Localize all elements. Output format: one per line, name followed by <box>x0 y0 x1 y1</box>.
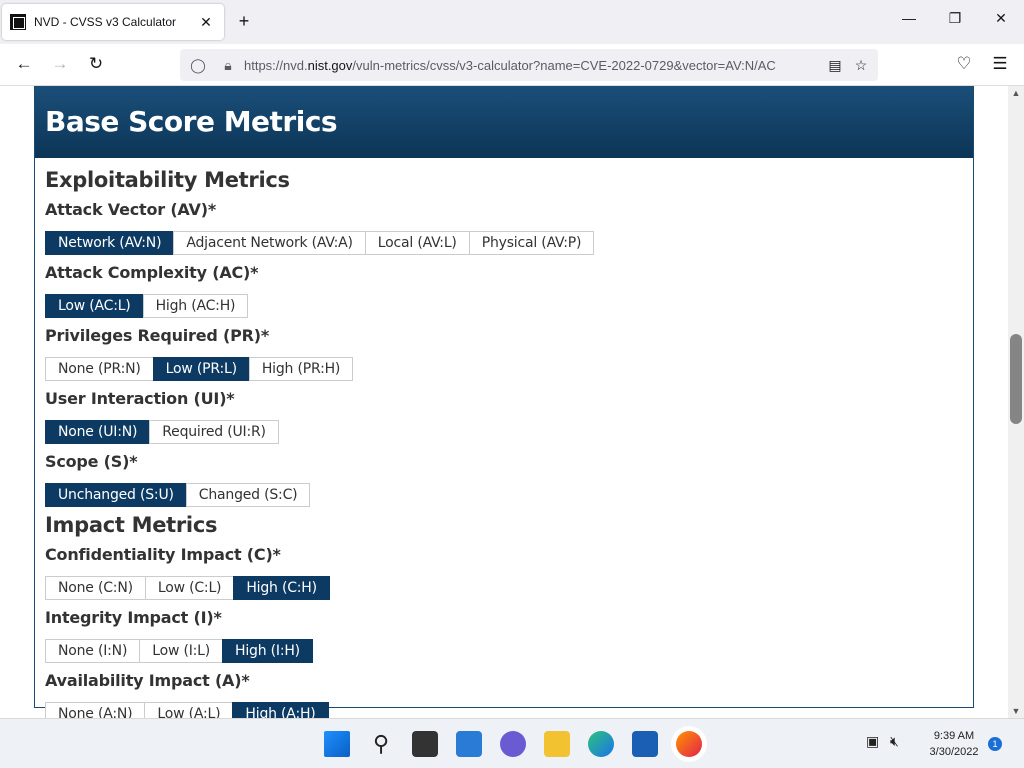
availability-impact-options: None (A:N) Low (A:L) High (A:H) <box>45 702 963 718</box>
tab-title: NVD - CVSS v3 Calculator <box>34 15 177 29</box>
chat-icon[interactable] <box>500 731 526 757</box>
reload-icon[interactable]: ↻ <box>84 54 108 74</box>
lock-icon[interactable]: 🔒︎ <box>216 57 240 74</box>
i-option-button[interactable]: None (I:N) <box>45 639 141 663</box>
scope-options: Unchanged (S:U) Changed (S:C) <box>45 483 963 507</box>
ui-option-button[interactable]: Required (UI:R) <box>149 420 279 444</box>
c-option-button[interactable]: None (C:N) <box>45 576 146 600</box>
attack-vector-label: Attack Vector (AV)* <box>45 200 216 219</box>
ac-option-button[interactable]: Low (AC:L) <box>45 294 144 318</box>
scope-label: Scope (S)* <box>45 452 138 471</box>
windows-taskbar: ⚲ ▣ 🔇︎ 9:39 AM 3/30/2022 1 <box>0 718 1024 768</box>
volume-muted-icon[interactable]: 🔇︎ <box>890 733 899 750</box>
base-score-metrics-panel: Base Score Metrics Exploitability Metric… <box>34 86 974 718</box>
maximize-button[interactable]: ❐ <box>932 10 978 27</box>
availability-impact-label: Availability Impact (A)* <box>45 671 250 690</box>
i-option-button[interactable]: Low (I:L) <box>139 639 224 663</box>
tab-bar: NVD - CVSS v3 Calculator ✕ + — ❐ ✕ <box>0 0 1024 44</box>
system-clock[interactable]: 9:39 AM 3/30/2022 <box>916 728 992 760</box>
integrity-impact-label: Integrity Impact (I)* <box>45 608 222 627</box>
a-option-button[interactable]: Low (A:L) <box>144 702 234 718</box>
url-text[interactable]: https://nvd.nist.gov/vuln-metrics/cvss/v… <box>244 58 822 73</box>
i-option-button[interactable]: High (I:H) <box>222 639 313 663</box>
pr-option-button[interactable]: High (PR:H) <box>248 357 354 381</box>
browser-tab-nvd[interactable]: NVD - CVSS v3 Calculator ✕ <box>2 4 224 40</box>
scroll-up-arrow-icon[interactable]: ▲ <box>1008 86 1024 100</box>
s-option-button[interactable]: Unchanged (S:U) <box>45 483 187 507</box>
impact-metrics-title: Impact Metrics <box>45 513 218 537</box>
notification-badge[interactable]: 1 <box>988 737 1002 751</box>
attack-complexity-options: Low (AC:L) High (AC:H) <box>45 294 963 318</box>
file-explorer-icon[interactable] <box>544 731 570 757</box>
a-option-button[interactable]: High (A:H) <box>232 702 329 718</box>
confidentiality-impact-options: None (C:N) Low (C:L) High (C:H) <box>45 576 963 600</box>
scrollbar-thumb[interactable] <box>1010 334 1022 424</box>
c-option-button[interactable]: High (C:H) <box>233 576 330 600</box>
integrity-impact-options: None (I:N) Low (I:L) High (I:H) <box>45 639 963 663</box>
new-tab-button[interactable]: + <box>232 11 256 32</box>
exploitability-metrics-title: Exploitability Metrics <box>45 168 290 192</box>
ac-option-button[interactable]: High (AC:H) <box>142 294 249 318</box>
clock-date: 3/30/2022 <box>929 746 979 758</box>
navigation-toolbar: ← → ↻ ◯ 🔒︎ https://nvd.nist.gov/vuln-met… <box>0 44 1024 86</box>
attack-vector-options: Network (AV:N) Adjacent Network (AV:A) Loc… <box>45 231 963 255</box>
address-bar[interactable]: ◯ 🔒︎ https://nvd.nist.gov/vuln-metrics/c… <box>180 49 878 81</box>
clock-time: 9:39 AM <box>933 730 975 742</box>
c-option-button[interactable]: Low (C:L) <box>144 576 235 600</box>
s-option-button[interactable]: Changed (S:C) <box>185 483 311 507</box>
pocket-icon[interactable]: ♡ <box>952 54 976 74</box>
reader-view-icon[interactable]: ▤ <box>822 57 848 74</box>
av-option-button[interactable]: Adjacent Network (AV:A) <box>173 231 366 255</box>
panel-header: Base Score Metrics <box>35 86 973 158</box>
a-option-button[interactable]: None (A:N) <box>45 702 146 718</box>
user-interaction-options: None (UI:N) Required (UI:R) <box>45 420 963 444</box>
start-windows-icon[interactable] <box>324 731 350 757</box>
window-close-button[interactable]: ✕ <box>978 10 1024 27</box>
tracking-shield-icon[interactable]: ◯ <box>186 57 210 74</box>
confidentiality-impact-label: Confidentiality Impact (C)* <box>45 545 281 564</box>
page-scrollbar[interactable]: ▲ ▼ <box>1008 86 1024 718</box>
privileges-required-label: Privileges Required (PR)* <box>45 326 270 345</box>
task-view-icon[interactable] <box>412 731 438 757</box>
ui-option-button[interactable]: None (UI:N) <box>45 420 151 444</box>
minimize-button[interactable]: — <box>886 10 932 26</box>
network-icon[interactable]: ▣ <box>866 733 879 750</box>
edge-browser-icon[interactable] <box>588 731 614 757</box>
store-icon[interactable] <box>632 731 658 757</box>
user-interaction-label: User Interaction (UI)* <box>45 389 235 408</box>
tab-close-icon[interactable]: ✕ <box>196 14 216 31</box>
nvd-favicon-icon <box>10 14 26 30</box>
av-option-button[interactable]: Physical (AV:P) <box>468 231 595 255</box>
back-arrow-icon[interactable]: ← <box>12 54 36 74</box>
menu-icon[interactable]: ☰ <box>988 54 1012 74</box>
panel-title: Base Score Metrics <box>45 105 338 138</box>
forward-arrow-icon[interactable]: → <box>48 54 72 74</box>
page-viewport: Base Score Metrics Exploitability Metric… <box>0 86 1008 718</box>
pr-option-button[interactable]: None (PR:N) <box>45 357 154 381</box>
privileges-required-options: None (PR:N) Low (PR:L) High (PR:H) <box>45 357 963 381</box>
attack-complexity-label: Attack Complexity (AC)* <box>45 263 259 282</box>
scroll-down-arrow-icon[interactable]: ▼ <box>1008 704 1024 718</box>
av-option-button[interactable]: Local (AV:L) <box>364 231 470 255</box>
firefox-icon[interactable] <box>676 731 702 757</box>
widgets-icon[interactable] <box>456 731 482 757</box>
bookmark-star-icon[interactable]: ☆ <box>848 57 874 74</box>
search-icon[interactable]: ⚲ <box>368 731 394 757</box>
av-option-button[interactable]: Network (AV:N) <box>45 231 175 255</box>
pr-option-button[interactable]: Low (PR:L) <box>152 357 250 381</box>
